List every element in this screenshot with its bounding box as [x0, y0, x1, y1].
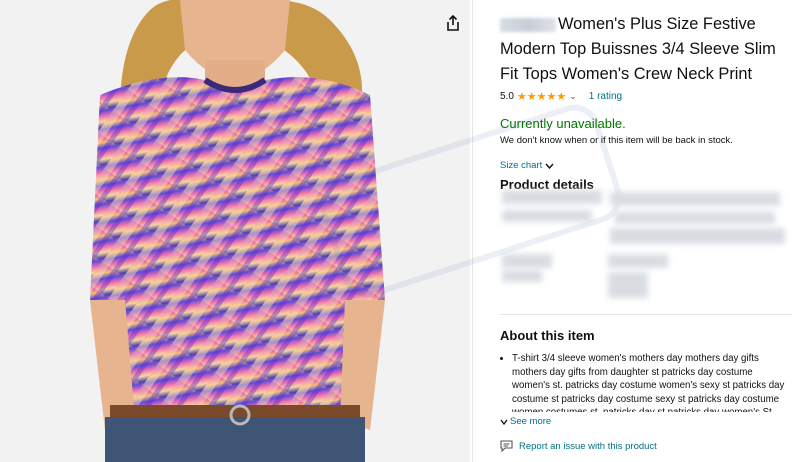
about-bullet-list: T-shirt 3/4 sleeve women's mothers day m… — [500, 352, 788, 412]
details-key-redacted-4 — [502, 270, 542, 282]
product-image-pane — [0, 0, 470, 462]
details-value-redacted-3 — [610, 228, 785, 244]
product-details-pane: Women's Plus Size Festive Modern Top Bui… — [500, 0, 792, 462]
section-divider — [500, 314, 792, 315]
share-icon — [447, 15, 459, 31]
details-value-redacted-4 — [608, 254, 668, 268]
report-issue-label: Report an issue with this product — [519, 440, 657, 452]
details-key-redacted-2 — [502, 210, 592, 222]
star-rating-icons[interactable]: ★★★★★ — [517, 90, 566, 103]
details-key-redacted-1 — [502, 190, 602, 204]
share-button[interactable] — [440, 10, 466, 36]
report-issue-link[interactable]: Report an issue with this product — [500, 440, 657, 452]
chevron-down-icon — [545, 163, 554, 169]
size-chart-label: Size chart — [500, 160, 543, 171]
availability-note: We don't know when or if this item will … — [500, 135, 733, 146]
chevron-down-icon — [500, 419, 508, 425]
see-more-link[interactable]: See more — [500, 416, 551, 427]
size-chart-link[interactable]: Size chart — [500, 160, 792, 171]
details-value-redacted-1 — [610, 192, 780, 206]
rating-row: 5.0 ★★★★★ ⌄ 1 rating — [500, 88, 792, 104]
product-title: Women's Plus Size Festive Modern Top Bui… — [500, 12, 792, 87]
rating-count-link[interactable]: 1 rating — [589, 91, 622, 102]
brand-name-redacted — [500, 17, 556, 32]
see-more-label: See more — [510, 416, 552, 427]
about-bullet-item: T-shirt 3/4 sleeve women's mothers day m… — [512, 352, 788, 412]
details-value-redacted-5 — [608, 272, 648, 298]
feedback-icon — [500, 440, 513, 452]
details-key-redacted-3 — [502, 254, 552, 268]
rating-value: 5.0 — [500, 90, 514, 102]
product-image[interactable] — [0, 0, 470, 462]
pane-divider — [472, 0, 473, 462]
details-value-redacted-2 — [615, 212, 775, 224]
about-this-item-heading: About this item — [500, 328, 595, 343]
chevron-down-icon[interactable]: ⌄ — [569, 91, 577, 102]
availability-status: Currently unavailable. — [500, 116, 626, 131]
